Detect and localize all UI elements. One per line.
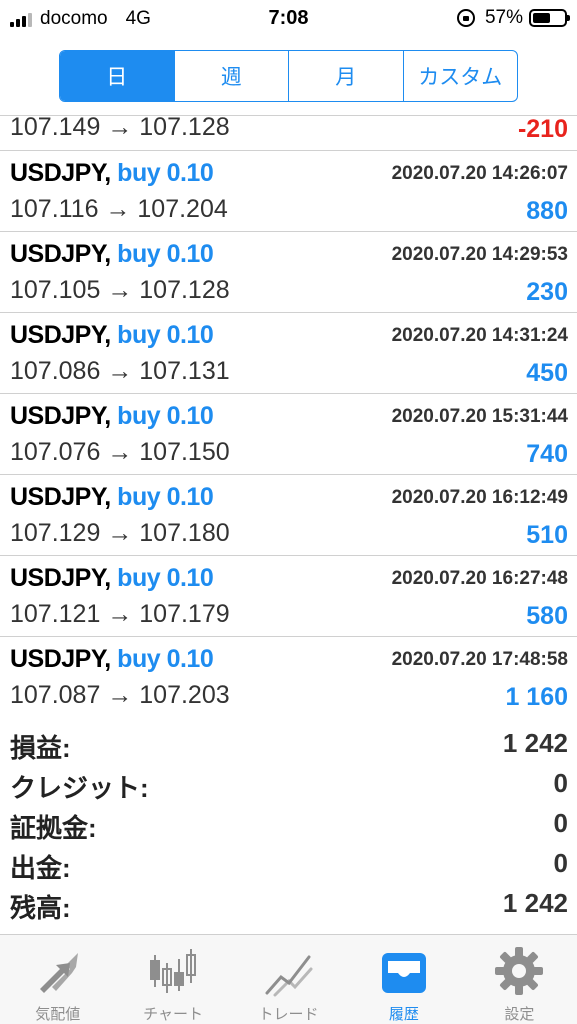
summary-value: 0 <box>553 808 568 838</box>
trade-profit: 580 <box>526 602 568 630</box>
table-row[interactable]: USDJPY, buy 0.10 2020.07.20 14:31:24 107… <box>0 313 577 394</box>
tab-chart[interactable]: チャート <box>115 935 230 1024</box>
trade-symbol: USDJPY, buy 0.10 <box>10 402 214 431</box>
trade-symbol: USDJPY, buy 0.10 <box>10 483 214 512</box>
battery-percent: 57% <box>484 7 523 28</box>
trade-date: 2020.07.20 14:31:24 <box>391 325 568 346</box>
summary-row-credit: クレジット: 0 <box>0 766 577 806</box>
trade-prices: 107.076 → 107.150 <box>10 438 230 466</box>
trade-profit: -210 <box>517 115 568 143</box>
summary-value: 0 <box>553 848 568 878</box>
trade-profit: 510 <box>526 521 568 549</box>
summary-label: 残高: <box>10 893 71 923</box>
candlestick-chart-icon <box>150 949 197 993</box>
trade-prices: 107.149 → 107.128 <box>10 115 230 141</box>
bottom-tab-bar: 気配値 チャート トレード 履歴 設定 <box>0 934 577 1024</box>
trade-prices: 107.105 → 107.128 <box>10 276 230 304</box>
period-tab-week[interactable]: 週 <box>175 51 289 101</box>
summary-row-balance: 残高: 1 242 <box>0 886 577 926</box>
trade-prices: 107.129 → 107.180 <box>10 519 230 547</box>
trade-symbol: USDJPY, buy 0.10 <box>10 240 214 269</box>
trade-profit: 740 <box>526 440 568 468</box>
symbol-name: USDJPY, <box>10 564 111 592</box>
tab-label: 設定 <box>504 1006 535 1023</box>
symbol-name: USDJPY, <box>10 321 111 349</box>
table-row[interactable]: USDJPY, buy 0.10 2020.07.20 14:26:07 107… <box>0 151 577 232</box>
tab-settings[interactable]: 設定 <box>462 935 577 1024</box>
summary-value: 1 242 <box>502 728 568 758</box>
summary-label: 出金: <box>10 853 71 883</box>
battery-icon <box>529 9 570 27</box>
table-row[interactable]: USDJPY, buy 0.10 2020.07.20 16:27:48 107… <box>0 556 577 637</box>
history-inbox-icon <box>381 953 426 993</box>
account-summary: 損益: 1 242 クレジット: 0 証拠金: 0 出金: 0 残高: 1 24… <box>0 726 577 926</box>
symbol-name: USDJPY, <box>10 645 111 673</box>
trade-profit: 450 <box>526 359 568 387</box>
trade-side: buy 0.10 <box>117 402 214 430</box>
period-tab-day[interactable]: 日 <box>60 51 175 101</box>
period-tab-month[interactable]: 月 <box>289 51 404 101</box>
summary-label: クレジット: <box>10 773 149 803</box>
table-row[interactable]: USDJPY, buy 0.10 2020.07.20 15:31:44 107… <box>0 394 577 475</box>
summary-row-deposit: 証拠金: 0 <box>0 806 577 846</box>
status-bar: docomo 4G 7:08 57% <box>0 0 577 38</box>
table-row[interactable]: USDJPY, buy 0.10 2020.07.20 14:29:53 107… <box>0 232 577 313</box>
trade-date: 2020.07.20 15:31:44 <box>391 406 568 427</box>
summary-label: 証拠金: <box>10 813 97 843</box>
tab-label: トレード <box>258 1006 319 1023</box>
table-row[interactable]: 107.149 → 107.128 -210 <box>0 116 577 151</box>
trade-side: buy 0.10 <box>117 159 214 187</box>
trade-side: buy 0.10 <box>117 564 214 592</box>
trade-profit: 230 <box>526 278 568 306</box>
tab-label: 気配値 <box>35 1006 81 1023</box>
tab-label: チャート <box>143 1006 204 1023</box>
status-right: 57% <box>456 7 570 29</box>
table-row[interactable]: USDJPY, buy 0.10 2020.07.20 16:12:49 107… <box>0 475 577 556</box>
tab-trade[interactable]: トレード <box>231 935 346 1024</box>
summary-value: 0 <box>553 768 568 798</box>
trade-profit: 880 <box>526 197 568 225</box>
trade-line-chart-icon <box>265 955 313 997</box>
trade-prices: 107.086 → 107.131 <box>10 357 230 385</box>
trade-date: 2020.07.20 16:27:48 <box>391 568 568 589</box>
quotes-arrows-icon <box>39 953 78 993</box>
trade-prices: 107.121 → 107.179 <box>10 600 230 628</box>
period-segmented-control: 日 週 月 カスタム <box>59 50 518 102</box>
trade-date: 2020.07.20 14:29:53 <box>391 244 568 265</box>
trade-date: 2020.07.20 16:12:49 <box>391 487 568 508</box>
trade-symbol: USDJPY, buy 0.10 <box>10 564 214 593</box>
symbol-name: USDJPY, <box>10 159 111 187</box>
trade-symbol: USDJPY, buy 0.10 <box>10 159 214 188</box>
summary-row-withdrawal: 出金: 0 <box>0 846 577 886</box>
trade-profit: 1 160 <box>505 683 568 711</box>
trade-date: 2020.07.20 17:48:58 <box>391 649 568 670</box>
trade-side: buy 0.10 <box>117 483 214 511</box>
tab-history[interactable]: 履歴 <box>346 935 461 1024</box>
summary-value: 1 242 <box>502 888 568 918</box>
trade-side: buy 0.10 <box>117 645 214 673</box>
table-row[interactable]: USDJPY, buy 0.10 2020.07.20 17:48:58 107… <box>0 637 577 717</box>
symbol-name: USDJPY, <box>10 402 111 430</box>
summary-label: 損益: <box>10 733 71 763</box>
symbol-name: USDJPY, <box>10 483 111 511</box>
trade-history-list[interactable]: 107.149 → 107.128 -210 USDJPY, buy 0.10 … <box>0 115 577 717</box>
trade-side: buy 0.10 <box>117 240 214 268</box>
trade-side: buy 0.10 <box>117 321 214 349</box>
period-tab-custom[interactable]: カスタム <box>404 51 518 101</box>
trade-prices: 107.116 → 107.204 <box>10 195 228 223</box>
symbol-name: USDJPY, <box>10 240 111 268</box>
orientation-lock-icon <box>456 9 475 27</box>
trade-prices: 107.087 → 107.203 <box>10 681 230 709</box>
trade-symbol: USDJPY, buy 0.10 <box>10 321 214 350</box>
tab-label: 履歴 <box>388 1006 419 1023</box>
trade-symbol: USDJPY, buy 0.10 <box>10 645 214 674</box>
tab-quotes[interactable]: 気配値 <box>0 935 115 1024</box>
trade-date: 2020.07.20 14:26:07 <box>391 163 568 184</box>
summary-row-profit: 損益: 1 242 <box>0 726 577 766</box>
gear-icon <box>495 947 544 995</box>
battery-fill <box>533 13 551 23</box>
